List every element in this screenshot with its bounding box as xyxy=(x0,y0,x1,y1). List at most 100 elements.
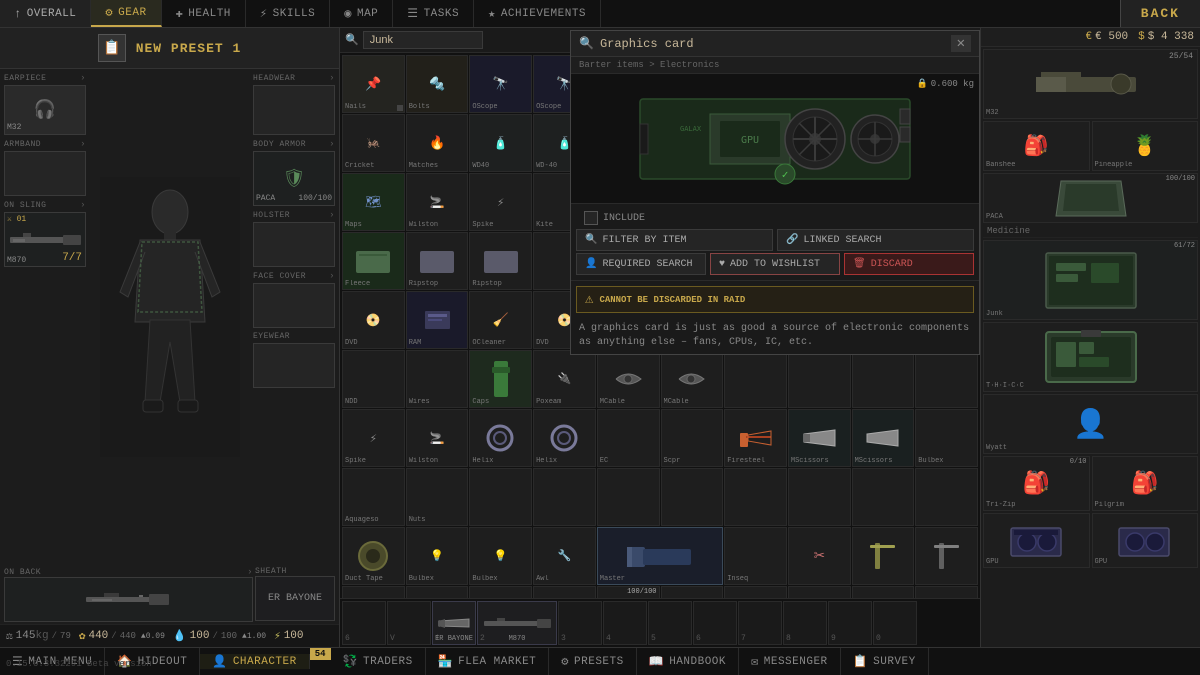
list-item[interactable]: MScissors xyxy=(852,409,915,467)
list-item[interactable] xyxy=(597,468,660,526)
list-item[interactable]: ⚡ Spike xyxy=(342,409,405,467)
list-item[interactable] xyxy=(915,527,978,585)
tab-achievements[interactable]: ★ ACHIEVEMENTS xyxy=(474,0,601,27)
quick-slot-8[interactable]: 8 xyxy=(783,601,827,645)
list-item[interactable]: 🧴 SPlug xyxy=(915,586,978,598)
list-item[interactable]: 📀 DVD xyxy=(342,291,405,349)
list-item[interactable]: 📱 GPhone xyxy=(788,586,851,598)
list-item[interactable]: 🧹 OCleaner xyxy=(469,291,532,349)
required-search-button[interactable]: 👤 REQUIRED SEARCH xyxy=(576,253,706,275)
list-item[interactable]: Ripstop xyxy=(406,232,469,290)
stash-item-wyatt[interactable]: 👤 Wyatt xyxy=(983,394,1198,454)
junk-search-input[interactable] xyxy=(363,31,483,49)
quick-slot-5[interactable]: 5 xyxy=(648,601,692,645)
bottom-nav-presets[interactable]: ⚙ PRESETS xyxy=(549,648,636,675)
list-item[interactable]: MScissors xyxy=(788,409,851,467)
quick-slot-7[interactable]: 7 xyxy=(738,601,782,645)
list-item[interactable]: RFIDR xyxy=(406,586,469,598)
list-item[interactable]: 🔩 Bolts xyxy=(406,55,469,113)
body-armor-slot[interactable]: 🛡 PACA 100/100 xyxy=(253,151,335,206)
stash-item-trizip[interactable]: 🎒 Tri-Zip 0/10 xyxy=(983,456,1090,511)
list-item[interactable]: NDD xyxy=(342,350,405,408)
preset-icon[interactable]: 📋 xyxy=(98,34,126,62)
quick-slot-2[interactable]: 2 M870 xyxy=(477,601,557,645)
list-item[interactable]: 🔧 Awl xyxy=(533,527,596,585)
quick-slot-6[interactable]: 6 xyxy=(342,601,386,645)
quick-slot-6b[interactable]: 6 xyxy=(693,601,737,645)
on-back-slot[interactable] xyxy=(4,577,253,622)
list-item[interactable] xyxy=(852,350,915,408)
filter-by-item-button[interactable]: 🔍 FILTER BY ITEM xyxy=(576,229,773,251)
list-item[interactable]: 🧴 WD40 xyxy=(469,114,532,172)
tab-skills[interactable]: ⚡ SKILLS xyxy=(246,0,330,27)
face-cover-slot[interactable] xyxy=(253,283,335,328)
quick-slot-3[interactable]: 3 xyxy=(558,601,602,645)
list-item[interactable]: Caps xyxy=(469,350,532,408)
list-item[interactable]: Master xyxy=(597,527,723,585)
tab-health[interactable]: ✚ HEALTH xyxy=(162,0,246,27)
list-item[interactable]: Aquageso xyxy=(342,468,405,526)
include-checkbox[interactable] xyxy=(584,211,598,225)
list-item[interactable]: WFilter xyxy=(533,586,596,598)
holster-slot[interactable] xyxy=(253,222,335,267)
stash-item-pilgrim[interactable]: 🎒 Pilgrim xyxy=(1092,456,1199,511)
bottom-nav-handbook[interactable]: 📖 HANDBOOK xyxy=(637,648,739,675)
list-item[interactable]: MCable xyxy=(661,350,724,408)
quick-slot-v[interactable]: V xyxy=(387,601,431,645)
popup-close-button[interactable]: ✕ xyxy=(951,35,971,52)
list-item[interactable]: 🔭 OScope xyxy=(469,55,532,113)
stash-item-m32[interactable]: M32 25/54 xyxy=(983,49,1198,119)
list-item[interactable]: 🚬 Wilston xyxy=(406,409,469,467)
list-item[interactable]: EC xyxy=(597,409,660,467)
list-item[interactable]: 🧴 Shampoo xyxy=(342,586,405,598)
stash-item-banshee[interactable]: 🎒 Banshee xyxy=(983,121,1090,171)
list-item[interactable]: 📌 Nails xyxy=(342,55,405,113)
list-item[interactable]: Helix xyxy=(469,409,532,467)
list-item[interactable] xyxy=(661,468,724,526)
list-item[interactable]: 💡 Bulbex xyxy=(406,527,469,585)
stash-item-gpu2[interactable]: GPU xyxy=(1092,513,1199,568)
armband-slot[interactable] xyxy=(4,151,86,196)
stash-item-gpu1[interactable]: GPU xyxy=(983,513,1090,568)
stash-item-paca[interactable]: PACA 100/100 xyxy=(983,173,1198,223)
list-item[interactable]: RBattery xyxy=(469,586,532,598)
list-item[interactable]: Fleece xyxy=(342,232,405,290)
tab-overall[interactable]: ↑ OVERALL xyxy=(0,0,91,27)
list-item[interactable]: EC xyxy=(852,586,915,598)
list-item[interactable]: 🌿 100/100 xyxy=(597,586,660,598)
add-to-wishlist-button[interactable]: ♥ ADD TO WISHLIST xyxy=(710,253,840,275)
stash-item-junk-box[interactable]: 61/72 Junk xyxy=(983,240,1198,320)
quick-slot-1[interactable]: 1 ER BAYONE xyxy=(432,601,476,645)
list-item[interactable]: Bulbex xyxy=(915,409,978,467)
list-item[interactable]: RAM xyxy=(406,291,469,349)
tab-gear[interactable]: ⚙ GEAR xyxy=(91,0,161,27)
list-item[interactable] xyxy=(788,468,851,526)
list-item[interactable]: Ripstop xyxy=(469,232,532,290)
list-item[interactable]: ✂ xyxy=(788,527,851,585)
list-item[interactable] xyxy=(724,350,787,408)
list-item[interactable]: ⚡ Spike xyxy=(469,173,532,231)
list-item[interactable] xyxy=(915,468,978,526)
list-item[interactable]: Wires xyxy=(406,350,469,408)
headwear-slot[interactable] xyxy=(253,85,335,135)
bottom-nav-messenger[interactable]: ✉ MESSENGER xyxy=(739,648,841,675)
list-item[interactable] xyxy=(469,468,532,526)
stash-item-pineapple[interactable]: 🍍 Pineapple xyxy=(1092,121,1199,171)
list-item[interactable] xyxy=(852,527,915,585)
eyewear-slot[interactable] xyxy=(253,343,335,388)
list-item[interactable] xyxy=(788,350,851,408)
list-item[interactable]: Firesteel xyxy=(724,409,787,467)
discard-button[interactable]: 🗑 DISCARD xyxy=(844,253,974,275)
linked-search-button[interactable]: 🔗 LINKED SEARCH xyxy=(777,229,974,251)
list-item[interactable]: 🔌 Poxeam xyxy=(533,350,596,408)
list-item[interactable]: Helix xyxy=(533,409,596,467)
back-button[interactable]: BACK xyxy=(1120,0,1200,27)
quick-slot-4[interactable]: 4 xyxy=(603,601,647,645)
list-item[interactable]: MCable xyxy=(597,350,660,408)
bottom-nav-survey[interactable]: 📋 SURVEY xyxy=(841,648,929,675)
list-item[interactable] xyxy=(915,350,978,408)
list-item[interactable]: Wires xyxy=(724,586,787,598)
include-checkbox-area[interactable]: INCLUDE xyxy=(576,209,974,227)
list-item[interactable]: 🔥 Matches xyxy=(406,114,469,172)
list-item[interactable]: Scpr xyxy=(661,409,724,467)
